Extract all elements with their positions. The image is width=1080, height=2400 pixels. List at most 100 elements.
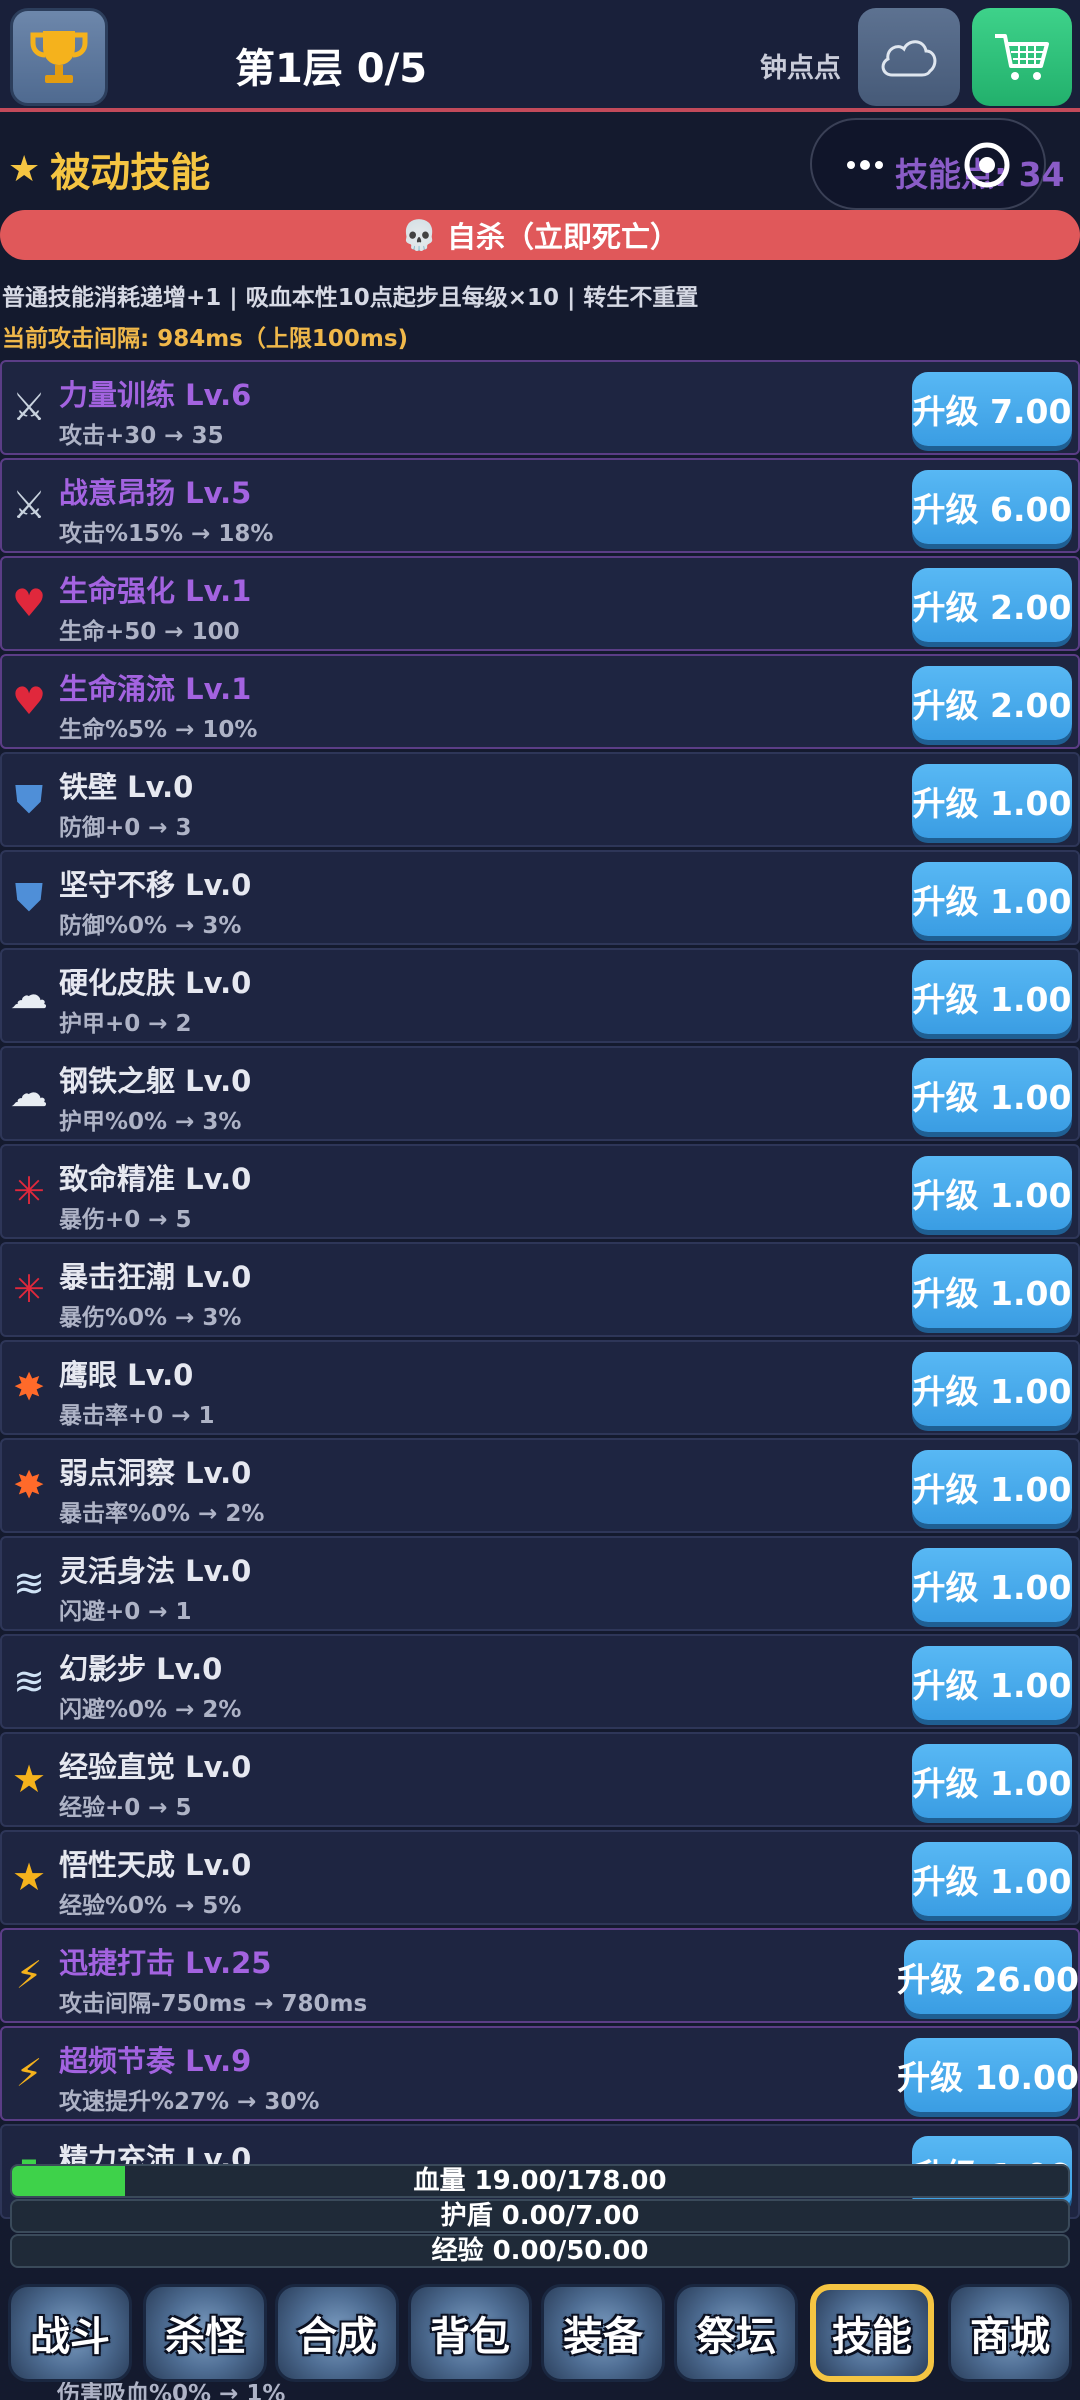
- shield-bar-label: 护盾 0.00/7.00: [440, 2201, 640, 2231]
- skill-row: ≋ 灵活身法 Lv.0 闪避+0 → 1 升级 1.00: [0, 1536, 1080, 1631]
- upgrade-button[interactable]: 升级 1.00: [912, 862, 1072, 936]
- upgrade-button[interactable]: 升级 1.00: [912, 1254, 1072, 1328]
- skill-row: ⚔ 力量训练 Lv.6 攻击+30 → 35 升级 7.00: [0, 360, 1080, 455]
- star-icon: ★: [8, 148, 41, 190]
- upgrade-button[interactable]: 升级 1.00: [912, 1842, 1072, 1916]
- skill-row: ♥ 生命强化 Lv.1 生命+50 → 100 升级 2.00: [0, 556, 1080, 651]
- anger-icon: ✳: [13, 1169, 45, 1213]
- skill-row: ★ 经验直觉 Lv.0 经验+0 → 5 升级 1.00: [0, 1732, 1080, 1827]
- shield-icon: ⛊: [14, 874, 44, 919]
- skill-name: 弱点洞察 Lv.0: [59, 1456, 252, 1490]
- skill-row: ⚡ 迅捷打击 Lv.25 攻击间隔-750ms → 780ms 升级 26.00: [0, 1928, 1080, 2023]
- suicide-button-label: 自杀（立即死亡）: [447, 220, 680, 254]
- skill-row: ⛊ 铁壁 Lv.0 防御+0 → 3 升级 1.00: [0, 752, 1080, 847]
- trophy-button[interactable]: [10, 8, 108, 106]
- skill-row: ✳ 致命精准 Lv.0 暴伤+0 → 5 升级 1.00: [0, 1144, 1080, 1239]
- nav-equipment-button[interactable]: 装备: [541, 2284, 665, 2382]
- attack-interval-info: 当前攻击间隔: 984ms（上限100ms): [2, 326, 409, 352]
- star-icon: ★: [11, 1757, 47, 1801]
- skill-desc: 攻击%15% → 18%: [59, 521, 274, 547]
- skill-name: 坚守不移 Lv.0: [59, 868, 252, 902]
- skill-name: 力量训练 Lv.6: [59, 378, 252, 412]
- skill-desc: 防御%0% → 3%: [59, 913, 242, 939]
- skill-row: ⚡ 超频节奏 Lv.9 攻速提升%27% → 30% 升级 10.00: [0, 2026, 1080, 2121]
- skill-name: 钢铁之躯 Lv.0: [59, 1064, 252, 1098]
- upgrade-button[interactable]: 升级 1.00: [912, 1352, 1072, 1426]
- skill-desc: 暴伤%0% → 3%: [59, 1305, 242, 1331]
- skill-desc: 暴击率+0 → 1: [59, 1403, 215, 1429]
- skill-row: ♥ 生命涌流 Lv.1 生命%5% → 10% 升级 2.00: [0, 654, 1080, 749]
- heart-icon: ♥: [11, 679, 47, 723]
- upgrade-button[interactable]: 升级 1.00: [912, 1744, 1072, 1818]
- explosion-icon: ✸: [13, 1463, 45, 1507]
- skill-name: 战意昂扬 Lv.5: [59, 476, 252, 510]
- shield-bar: 护盾 0.00/7.00: [10, 2199, 1070, 2233]
- skill-desc: 生命+50 → 100: [59, 619, 240, 645]
- skill-desc: 攻击间隔-750ms → 780ms: [59, 1991, 368, 2017]
- skill-desc: 攻速提升%27% → 30%: [59, 2089, 320, 2115]
- lightning-icon: ⚡: [15, 1953, 43, 1997]
- upgrade-button[interactable]: 升级 1.00: [912, 764, 1072, 838]
- skill-row: ✳ 暴击狂潮 Lv.0 暴伤%0% → 3% 升级 1.00: [0, 1242, 1080, 1337]
- upgrade-button[interactable]: 升级 2.00: [912, 568, 1072, 642]
- skill-name: 幻影步 Lv.0: [59, 1652, 223, 1686]
- exp-bar-label: 经验 0.00/50.00: [431, 2236, 649, 2266]
- suicide-button[interactable]: 💀 自杀（立即死亡）: [0, 210, 1080, 260]
- more-dots-icon[interactable]: [845, 157, 885, 173]
- skill-list: ⚔ 力量训练 Lv.6 攻击+30 → 35 升级 7.00 ⚔ 战意昂扬 Lv.5 攻击%…: [0, 360, 1080, 2222]
- skill-row: ★ 悟性天成 Lv.0 经验%0% → 5% 升级 1.00: [0, 1830, 1080, 1925]
- upgrade-button[interactable]: 升级 10.00: [897, 2038, 1079, 2112]
- upgrade-button[interactable]: 升级 7.00: [912, 372, 1072, 446]
- nav-shop-button[interactable]: 商城: [948, 2284, 1072, 2382]
- upgrade-button[interactable]: 升级 2.00: [912, 666, 1072, 740]
- skill-row: ⛊ 坚守不移 Lv.0 防御%0% → 3% 升级 1.00: [0, 850, 1080, 945]
- nav-altar-button[interactable]: 祭坛: [674, 2284, 798, 2382]
- cloud-armor-icon: ☁: [10, 1071, 48, 1115]
- dash-icon: ≋: [13, 1561, 45, 1605]
- dash-icon: ≋: [13, 1659, 45, 1703]
- nav-skills-button[interactable]: 技能: [810, 2284, 934, 2382]
- upgrade-button[interactable]: 升级 1.00: [912, 1058, 1072, 1132]
- anger-icon: ✳: [13, 1267, 45, 1311]
- upgrade-button[interactable]: 升级 1.00: [912, 1156, 1072, 1230]
- cloud-armor-icon: ☁: [10, 973, 48, 1017]
- skill-row: ✸ 弱点洞察 Lv.0 暴击率%0% → 2% 升级 1.00: [0, 1438, 1080, 1533]
- skill-name: 悟性天成 Lv.0: [59, 1848, 252, 1882]
- skill-desc: 闪避+0 → 1: [59, 1599, 192, 1625]
- cart-icon: [995, 34, 1049, 80]
- nav-backpack-button[interactable]: 背包: [408, 2284, 532, 2382]
- skill-desc: 暴击率%0% → 2%: [59, 1501, 265, 1527]
- upgrade-button[interactable]: 升级 1.00: [912, 960, 1072, 1034]
- nav-craft-button[interactable]: 合成: [275, 2284, 399, 2382]
- star-icon: ★: [11, 1855, 47, 1899]
- shield-icon: ⛊: [14, 776, 44, 821]
- skull-icon: 💀: [400, 217, 438, 252]
- skill-desc: 暴伤+0 → 5: [59, 1207, 192, 1233]
- upgrade-button[interactable]: 升级 1.00: [912, 1450, 1072, 1524]
- section-title: ★ 被动技能: [8, 140, 210, 198]
- upgrade-button[interactable]: 升级 6.00: [912, 470, 1072, 544]
- nav-battle-button[interactable]: 战斗: [8, 2284, 132, 2382]
- upgrade-button[interactable]: 升级 1.00: [912, 1548, 1072, 1622]
- top-bar: 第1层 0/5 钟点点: [0, 0, 1080, 112]
- skill-desc: 防御+0 → 3: [59, 815, 192, 841]
- skill-name: 鹰眼 Lv.0: [59, 1358, 194, 1392]
- skill-name: 致命精准 Lv.0: [59, 1162, 252, 1196]
- skill-row: ☁ 硬化皮肤 Lv.0 护甲+0 → 2 升级 1.00: [0, 948, 1080, 1043]
- cart-button[interactable]: [972, 8, 1072, 106]
- skill-name: 灵活身法 Lv.0: [59, 1554, 252, 1588]
- upgrade-button[interactable]: 升级 26.00: [897, 1940, 1079, 2014]
- close-ring-icon[interactable]: [962, 140, 1012, 190]
- floor-title: 第1层 0/5: [235, 46, 428, 92]
- skill-desc: 生命%5% → 10%: [59, 717, 258, 743]
- lightning-icon: ⚡: [15, 2051, 43, 2095]
- cloud-button[interactable]: [858, 8, 960, 106]
- skill-name: 生命涌流 Lv.1: [59, 672, 252, 706]
- skill-row: ⚔ 战意昂扬 Lv.5 攻击%15% → 18% 升级 6.00: [0, 458, 1080, 553]
- explosion-icon: ✸: [13, 1365, 45, 1409]
- hp-bar-label: 血量 19.00/178.00: [413, 2166, 667, 2196]
- nav-kill-monster-button[interactable]: 杀怪: [143, 2284, 267, 2382]
- skill-name: 暴击狂潮 Lv.0: [59, 1260, 252, 1294]
- skill-row: ☁ 钢铁之躯 Lv.0 护甲%0% → 3% 升级 1.00: [0, 1046, 1080, 1141]
- upgrade-button[interactable]: 升级 1.00: [912, 1646, 1072, 1720]
